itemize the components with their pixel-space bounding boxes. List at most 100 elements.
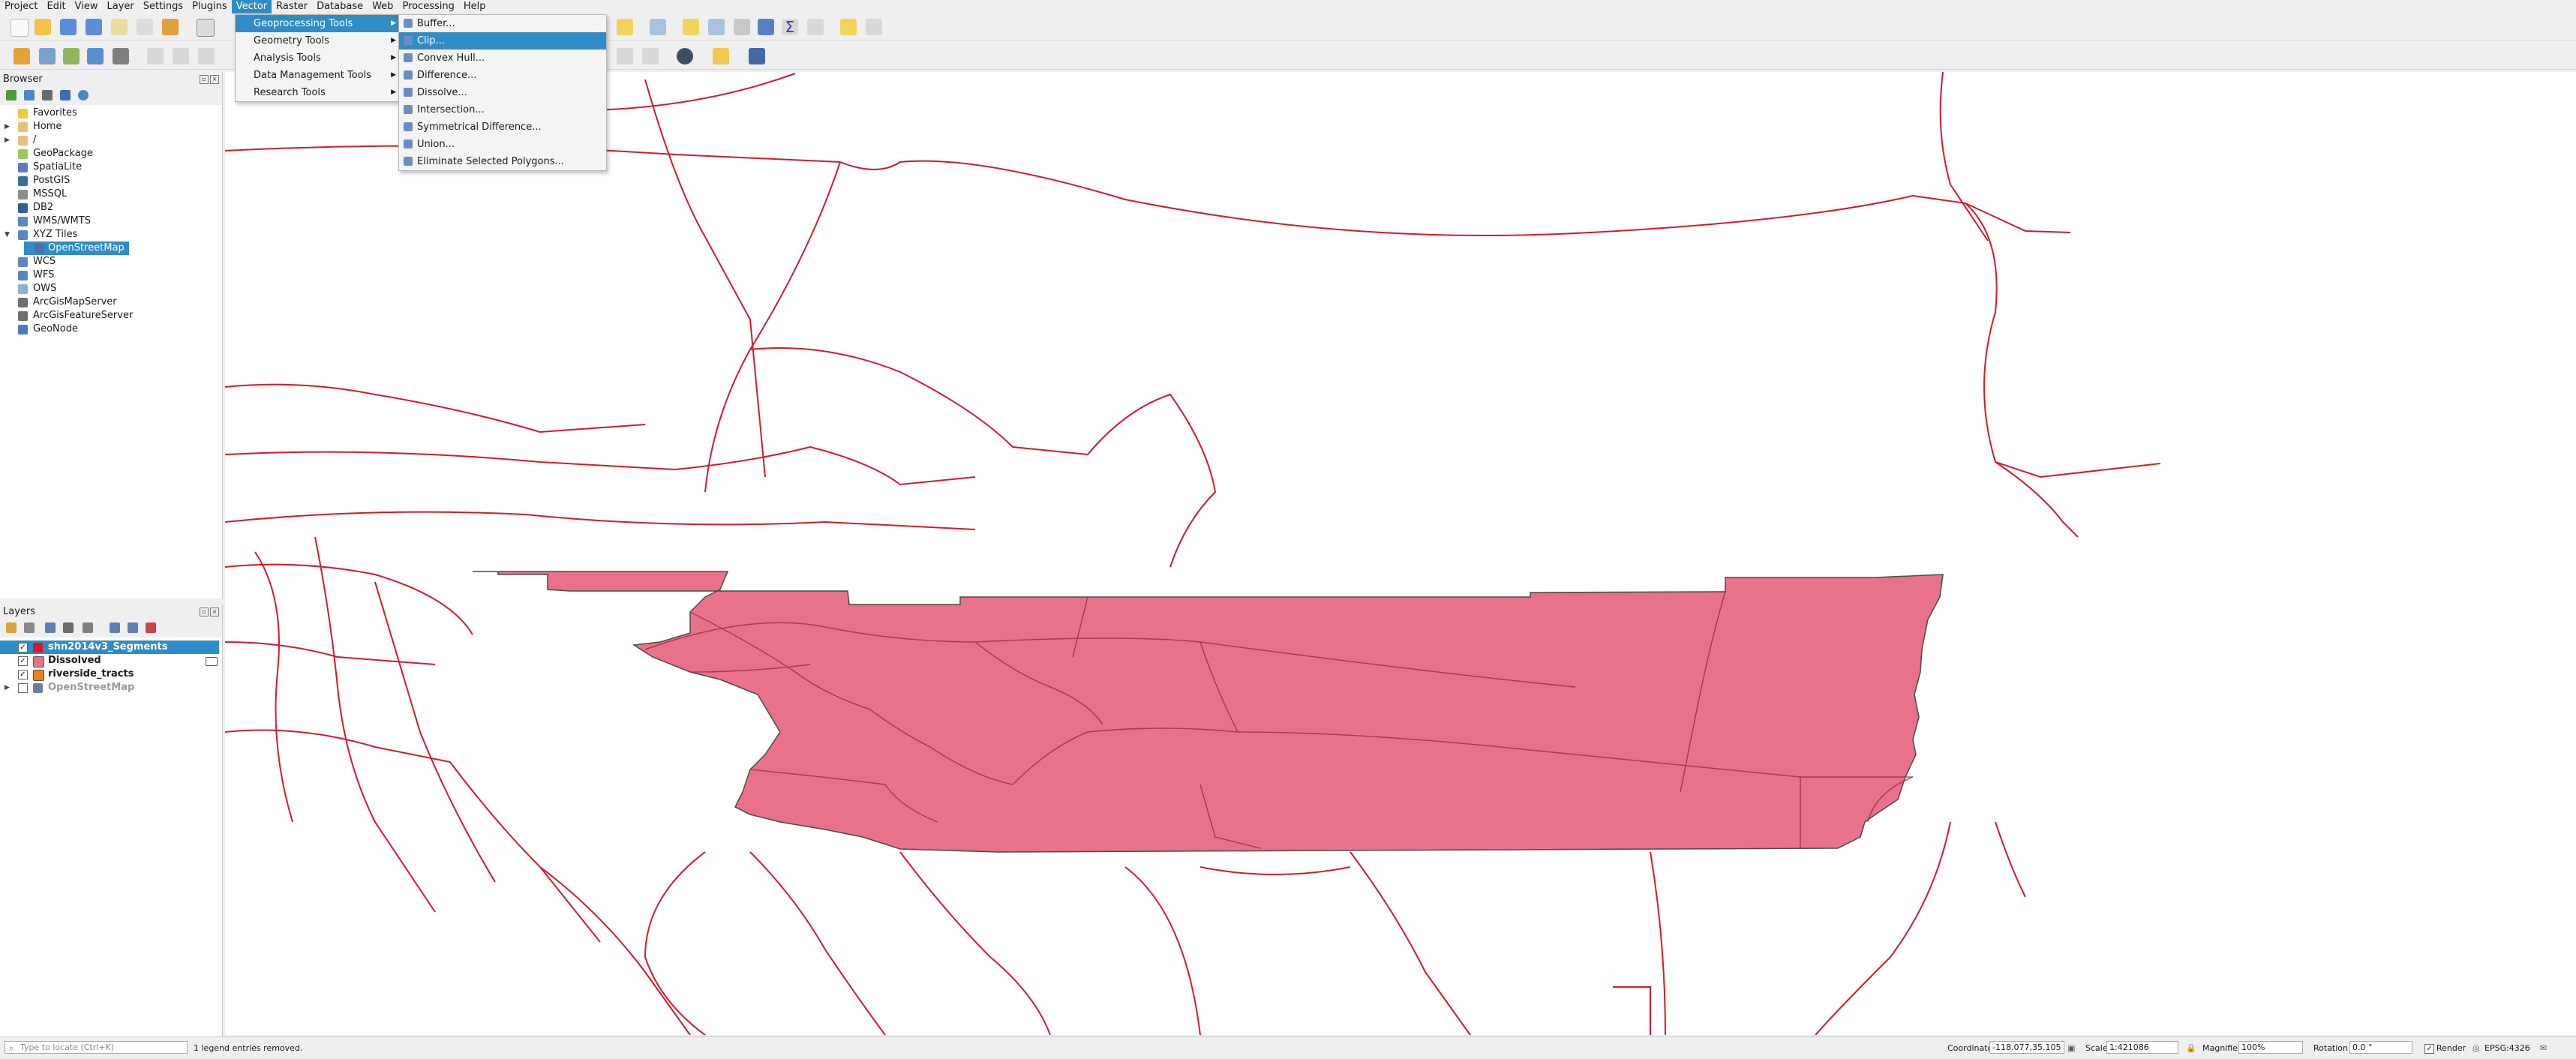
locator-input[interactable]: Type to locate (Ctrl+K): [5, 1041, 188, 1054]
pan-map-icon[interactable]: [197, 19, 215, 37]
layer-indicator-icon[interactable]: [206, 657, 218, 666]
field-calculator-icon[interactable]: [734, 19, 750, 35]
menu-help[interactable]: Help: [459, 0, 491, 14]
menu-view[interactable]: View: [71, 0, 103, 14]
new-geopackage-layer-icon[interactable]: [39, 48, 56, 64]
menu-item-buffer[interactable]: Buffer...: [399, 15, 606, 32]
browser-item-openstreetmap[interactable]: OpenStreetMap: [0, 242, 219, 255]
browser-item-wcs[interactable]: WCS: [0, 255, 219, 268]
messages-icon[interactable]: ✉: [2540, 1042, 2547, 1054]
browser-item-spatialite[interactable]: SpatiaLite: [0, 160, 219, 174]
text-annotation-icon[interactable]: [866, 19, 882, 35]
menu-item-analysis-tools[interactable]: Analysis Tools ▶: [236, 50, 401, 67]
save-project-icon[interactable]: [60, 19, 77, 35]
browser-item-ows[interactable]: OWS: [0, 282, 219, 296]
menu-item-dissolve[interactable]: Dissolve...: [399, 84, 606, 101]
menu-item-data-management-tools[interactable]: Data Management Tools ▶: [236, 67, 401, 84]
layer-styling-icon[interactable]: [6, 622, 17, 633]
menu-web[interactable]: Web: [368, 0, 398, 14]
browser-item-favorites[interactable]: Favorites: [0, 106, 219, 120]
layer-visibility-checkbox[interactable]: ✓: [18, 670, 28, 680]
expand-icon[interactable]: ▶: [5, 134, 12, 147]
add-delimited-text-icon[interactable]: [113, 48, 129, 64]
browser-item-geopackage[interactable]: GeoPackage: [0, 147, 219, 160]
layout-manager-icon[interactable]: [137, 19, 153, 35]
collapse-icon[interactable]: ▼: [5, 228, 12, 242]
menu-item-union[interactable]: Union...: [399, 136, 606, 153]
filter-icon[interactable]: [42, 90, 53, 100]
browser-item-wms[interactable]: WMS/WMTS: [0, 214, 219, 228]
collapse-all-icon[interactable]: [128, 622, 138, 633]
attribute-table-icon[interactable]: [708, 19, 725, 35]
new-print-layout-icon[interactable]: [111, 19, 128, 35]
measure-icon[interactable]: [807, 19, 824, 35]
close-panel-icon[interactable]: ×: [210, 75, 219, 84]
browser-item-mssql[interactable]: MSSQL: [0, 188, 219, 201]
menu-item-geoprocessing-tools[interactable]: Geoprocessing Tools ▶: [236, 15, 401, 32]
layer-visibility-checkbox[interactable]: [18, 683, 28, 693]
manage-map-themes-icon[interactable]: [45, 622, 56, 633]
enable-properties-icon[interactable]: [78, 90, 89, 100]
add-group-icon[interactable]: [24, 622, 35, 633]
menu-project[interactable]: Project: [0, 0, 42, 14]
expand-icon[interactable]: ▶: [5, 681, 12, 694]
menu-processing[interactable]: Processing: [398, 0, 458, 14]
menu-item-intersection[interactable]: Intersection...: [399, 101, 606, 118]
menu-vector[interactable]: Vector: [231, 0, 272, 14]
select-features-icon[interactable]: [617, 19, 633, 35]
browser-item-home[interactable]: ▶ Home: [0, 120, 219, 134]
browser-item-arcgis-featureserver[interactable]: ArcGisFeatureServer: [0, 309, 219, 322]
open-project-icon[interactable]: [35, 19, 51, 35]
coordinate-field[interactable]: -118.077,35.105: [1989, 1041, 2064, 1054]
crs-button[interactable]: EPSG:4326: [2484, 1042, 2530, 1054]
filter-by-expression-icon[interactable]: [83, 622, 93, 633]
deselect-icon[interactable]: [683, 19, 699, 35]
menu-settings[interactable]: Settings: [139, 0, 188, 14]
browser-item-db2[interactable]: DB2: [0, 201, 219, 214]
menu-raster[interactable]: Raster: [272, 0, 312, 14]
layer-visibility-checkbox[interactable]: ✓: [18, 656, 28, 666]
remove-layer-icon[interactable]: [146, 622, 156, 633]
render-checkbox[interactable]: ✓: [2424, 1044, 2434, 1054]
close-panel-icon[interactable]: ×: [210, 608, 219, 616]
scale-field[interactable]: 1:421086: [2106, 1041, 2178, 1054]
python-console-icon[interactable]: [713, 48, 729, 64]
menu-item-research-tools[interactable]: Research Tools ▶: [236, 84, 401, 101]
new-project-icon[interactable]: [11, 19, 29, 37]
map-tips-icon[interactable]: [840, 19, 857, 35]
collapse-all-icon[interactable]: [60, 90, 71, 100]
select-by-value-icon[interactable]: [650, 19, 666, 35]
style-manager-icon[interactable]: [162, 19, 179, 35]
browser-item-xyz-tiles[interactable]: ▼ XYZ Tiles: [0, 228, 219, 242]
map-canvas[interactable]: [225, 72, 2576, 1035]
browser-item-postgis[interactable]: PostGIS: [0, 174, 219, 188]
refresh-icon[interactable]: [24, 90, 35, 100]
rotation-field[interactable]: 0.0 °: [2349, 1041, 2412, 1054]
toggle-extents-icon[interactable]: ▣: [2067, 1042, 2075, 1054]
expand-icon[interactable]: ▶: [5, 120, 12, 134]
layer-item[interactable]: ✓ riverside_tracts: [0, 668, 219, 681]
menu-database[interactable]: Database: [312, 0, 368, 14]
browser-item-wfs[interactable]: WFS: [0, 268, 219, 282]
menu-item-clip[interactable]: Clip...: [399, 32, 606, 50]
float-panel-icon[interactable]: ▫: [200, 75, 209, 84]
statistics-icon[interactable]: Σ: [782, 19, 798, 35]
add-selected-layers-icon[interactable]: [6, 90, 17, 100]
magnifier-field[interactable]: 100%: [2238, 1041, 2303, 1054]
layer-item[interactable]: ▶ OpenStreetMap: [0, 681, 219, 694]
lock-scale-icon[interactable]: 🔒: [2186, 1042, 2196, 1054]
data-source-manager-icon[interactable]: [14, 48, 30, 64]
processing-toolbox-icon[interactable]: [758, 19, 774, 35]
filter-legend-icon[interactable]: [63, 622, 74, 633]
menu-item-symmetrical-difference[interactable]: Symmetrical Difference...: [399, 118, 606, 136]
layer-item[interactable]: ✓ Dissolved: [0, 654, 219, 668]
menu-layer[interactable]: Layer: [103, 0, 139, 14]
menu-plugins[interactable]: Plugins: [188, 0, 232, 14]
float-panel-icon[interactable]: ▫: [200, 608, 209, 616]
metasearch-icon[interactable]: [749, 48, 765, 64]
menu-item-geometry-tools[interactable]: Geometry Tools ▶: [236, 32, 401, 50]
expand-all-icon[interactable]: [110, 622, 120, 633]
save-as-icon[interactable]: [86, 19, 102, 35]
menu-item-convex-hull[interactable]: Convex Hull...: [399, 50, 606, 67]
browser-item-root[interactable]: ▶ /: [0, 134, 219, 147]
